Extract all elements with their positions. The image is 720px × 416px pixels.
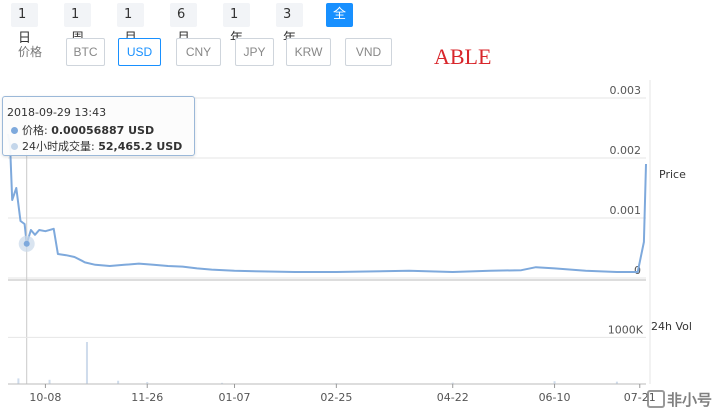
currency-button-krw[interactable]: KRW — [286, 38, 331, 66]
currency-label: 价格 — [18, 45, 43, 59]
range-button-1[interactable]: 1周 — [64, 3, 91, 46]
currency-button-btc[interactable]: BTC — [66, 38, 105, 66]
tooltip-price-label: 价格: — [22, 124, 48, 137]
tooltip-volume-row: 24小时成交量: 52,465.2 USD — [11, 138, 182, 154]
range-button-0[interactable]: 1日 — [11, 3, 38, 46]
hover-point — [23, 240, 30, 247]
tooltip-price-value: 0.00056887 USD — [51, 124, 155, 137]
currency-button-usd[interactable]: USD — [118, 38, 161, 66]
x-tick-label: 11-26 — [131, 391, 163, 404]
range-button-4[interactable]: 1年 — [223, 3, 250, 46]
x-tick-label: 01-07 — [219, 391, 251, 404]
price-tick-label: 0.001 — [610, 204, 642, 217]
tooltip-date: 2018-09-29 13:43 — [7, 106, 107, 119]
currency-button-jpy[interactable]: JPY — [235, 38, 274, 66]
price-tick-label: 0.002 — [610, 144, 642, 157]
currency-button-cny[interactable]: CNY — [176, 38, 221, 66]
volume-tick-label: 1000K — [608, 323, 644, 336]
x-tick-label: 04-22 — [437, 391, 469, 404]
watermark: 非小号 — [646, 389, 712, 410]
range-button-6[interactable]: 全部 — [326, 3, 354, 46]
currency-button-vnd[interactable]: VND — [345, 38, 392, 66]
tooltip-price-row: 价格: 0.00056887 USD — [11, 122, 154, 138]
chart-tooltip: 2018-09-29 13:43 价格: 0.00056887 USD 24小时… — [2, 96, 195, 156]
x-tick-label: 02-25 — [320, 391, 352, 404]
volume-bar — [85, 342, 88, 384]
x-tick-label: 10-08 — [29, 391, 61, 404]
tooltip-volume-label: 24小时成交量: — [22, 140, 95, 153]
tooltip-volume-value: 52,465.2 USD — [98, 140, 183, 153]
logo-icon — [646, 390, 665, 408]
volume-bar — [48, 379, 51, 384]
price-tick-label: 0.003 — [610, 84, 642, 97]
range-button-5[interactable]: 3年 — [276, 3, 303, 46]
volume-dot-icon — [11, 143, 18, 150]
coin-name: ABLE — [434, 44, 492, 69]
watermark-text: 非小号 — [666, 391, 712, 409]
volume-bar — [17, 378, 20, 384]
price-dot-icon — [11, 127, 18, 134]
volume-axis-label: 24h Vol — [651, 320, 692, 333]
range-button-2[interactable]: 1月 — [117, 3, 144, 46]
range-button-3[interactable]: 6月 — [170, 3, 197, 46]
price-axis-label: Price — [659, 168, 686, 181]
x-tick-label: 06-10 — [539, 391, 571, 404]
